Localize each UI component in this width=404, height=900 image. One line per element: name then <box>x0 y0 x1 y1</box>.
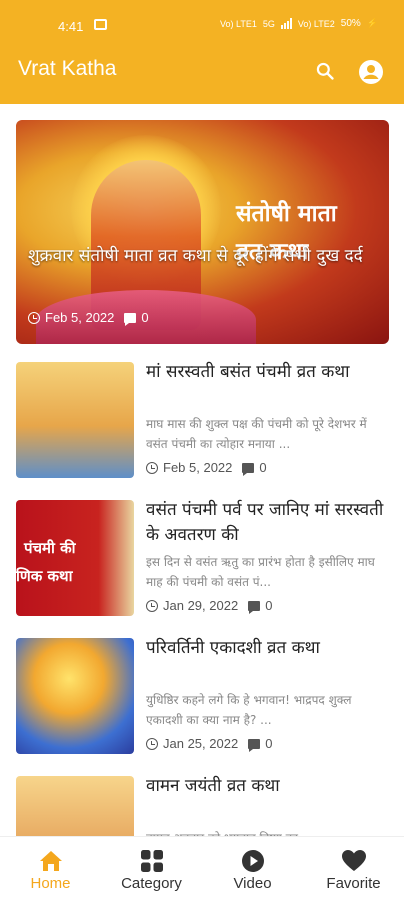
article-comment-count: 0 <box>265 736 273 751</box>
hero-banner-line-1: संतोषी माता <box>236 201 337 227</box>
signal-icon <box>280 18 292 29</box>
nav-video-label: Video <box>233 875 272 892</box>
article-title: वसंत पंचमी पर्व पर जानिए मां सरस्वती के … <box>146 500 384 545</box>
featured-article-card[interactable]: संतोषी माता व्रत कथा शुक्रवार संतोषी मात… <box>16 120 389 344</box>
category-icon <box>140 850 163 872</box>
notification-icon <box>94 19 107 30</box>
status-time: 4:41 <box>58 19 84 34</box>
article-title: परिवर्तिनी एकादशी व्रत कथा <box>146 638 320 658</box>
list-item[interactable]: मां सरस्वती बसंत पंचमी व्रत कथा माघ मास … <box>16 362 391 500</box>
list-item[interactable]: परिवर्तिनी एकादशी व्रत कथा युधिष्ठिर कहन… <box>16 638 391 776</box>
nav-favorite-label: Favorite <box>326 875 381 892</box>
hero-comment-count: 0 <box>141 310 149 325</box>
nav-home-label: Home <box>30 875 71 892</box>
article-meta: Jan 29, 2022 0 <box>146 598 273 614</box>
thumbnail-text-2: णिक कथा <box>16 567 73 585</box>
article-excerpt: इस दिन से वसंत ऋतु का प्रारंभ होता है इस… <box>146 555 375 589</box>
nav-category[interactable]: Category <box>101 837 202 900</box>
app-bar: 4:41 Vo) LTE1 5G Vo) LTE2 50% ⚡ Vrat Kat… <box>0 0 404 104</box>
battery-percent: 50% <box>340 18 361 29</box>
comment-icon <box>124 312 137 326</box>
list-item[interactable]: पंचमी की णिक कथा वसंत पंचमी पर्व पर जानि… <box>16 500 391 638</box>
article-date: Jan 25, 2022 <box>163 736 239 751</box>
network-label-2: 5G <box>262 18 275 29</box>
hero-meta: Feb 5, 2022 0 <box>28 310 149 326</box>
network-label-3: Vo) LTE2 <box>297 18 335 29</box>
article-list: मां सरस्वती बसंत पंचमी व्रत कथा माघ मास … <box>16 362 391 900</box>
status-right: Vo) LTE1 5G Vo) LTE2 50% ⚡ <box>220 18 378 29</box>
heart-icon <box>341 850 366 871</box>
comment-icon <box>248 738 261 752</box>
clock-icon <box>28 311 40 324</box>
hero-caption: शुक्रवार संतोषी माता व्रत कथा से दूर हों… <box>28 246 363 266</box>
hero-date: Feb 5, 2022 <box>45 310 115 325</box>
nav-favorite[interactable]: Favorite <box>303 837 404 900</box>
article-comment-count: 0 <box>265 598 273 613</box>
comment-icon <box>248 600 261 614</box>
play-circle-icon <box>241 850 264 872</box>
account-icon[interactable] <box>359 60 383 84</box>
article-meta: Feb 5, 2022 0 <box>146 460 267 476</box>
comment-icon <box>242 462 255 476</box>
article-thumbnail <box>16 638 134 754</box>
article-title: मां सरस्वती बसंत पंचमी व्रत कथा <box>146 362 350 382</box>
article-excerpt: माघ मास की शुक्ल पक्ष की पंचमी को पूरे द… <box>146 417 367 451</box>
nav-video[interactable]: Video <box>202 837 303 900</box>
article-comment-count: 0 <box>259 460 267 475</box>
nav-category-label: Category <box>121 875 182 892</box>
battery-icon: ⚡ <box>366 18 378 28</box>
clock-icon <box>146 599 158 612</box>
article-excerpt: युधिष्ठिर कहने लगे कि हे भगवान! भाद्रपद … <box>146 693 352 727</box>
clock-icon <box>146 461 158 474</box>
network-label-1: Vo) LTE1 <box>220 18 257 29</box>
nav-home[interactable]: Home <box>0 837 101 900</box>
home-icon <box>39 851 62 871</box>
article-date: Feb 5, 2022 <box>163 460 233 475</box>
article-title: वामन जयंती व्रत कथा <box>146 776 280 796</box>
article-date: Jan 29, 2022 <box>163 598 239 613</box>
clock-icon <box>146 737 158 750</box>
article-thumbnail <box>16 362 134 478</box>
search-icon[interactable] <box>315 61 335 81</box>
bottom-navigation: Home Category Video Favorite <box>0 836 404 900</box>
status-bar: 4:41 Vo) LTE1 5G Vo) LTE2 50% ⚡ <box>0 0 404 50</box>
thumbnail-text-1: पंचमी की <box>24 539 76 557</box>
article-thumbnail: पंचमी की णिक कथा <box>16 500 134 616</box>
article-meta: Jan 25, 2022 0 <box>146 736 273 752</box>
app-title: Vrat Katha <box>18 57 117 80</box>
